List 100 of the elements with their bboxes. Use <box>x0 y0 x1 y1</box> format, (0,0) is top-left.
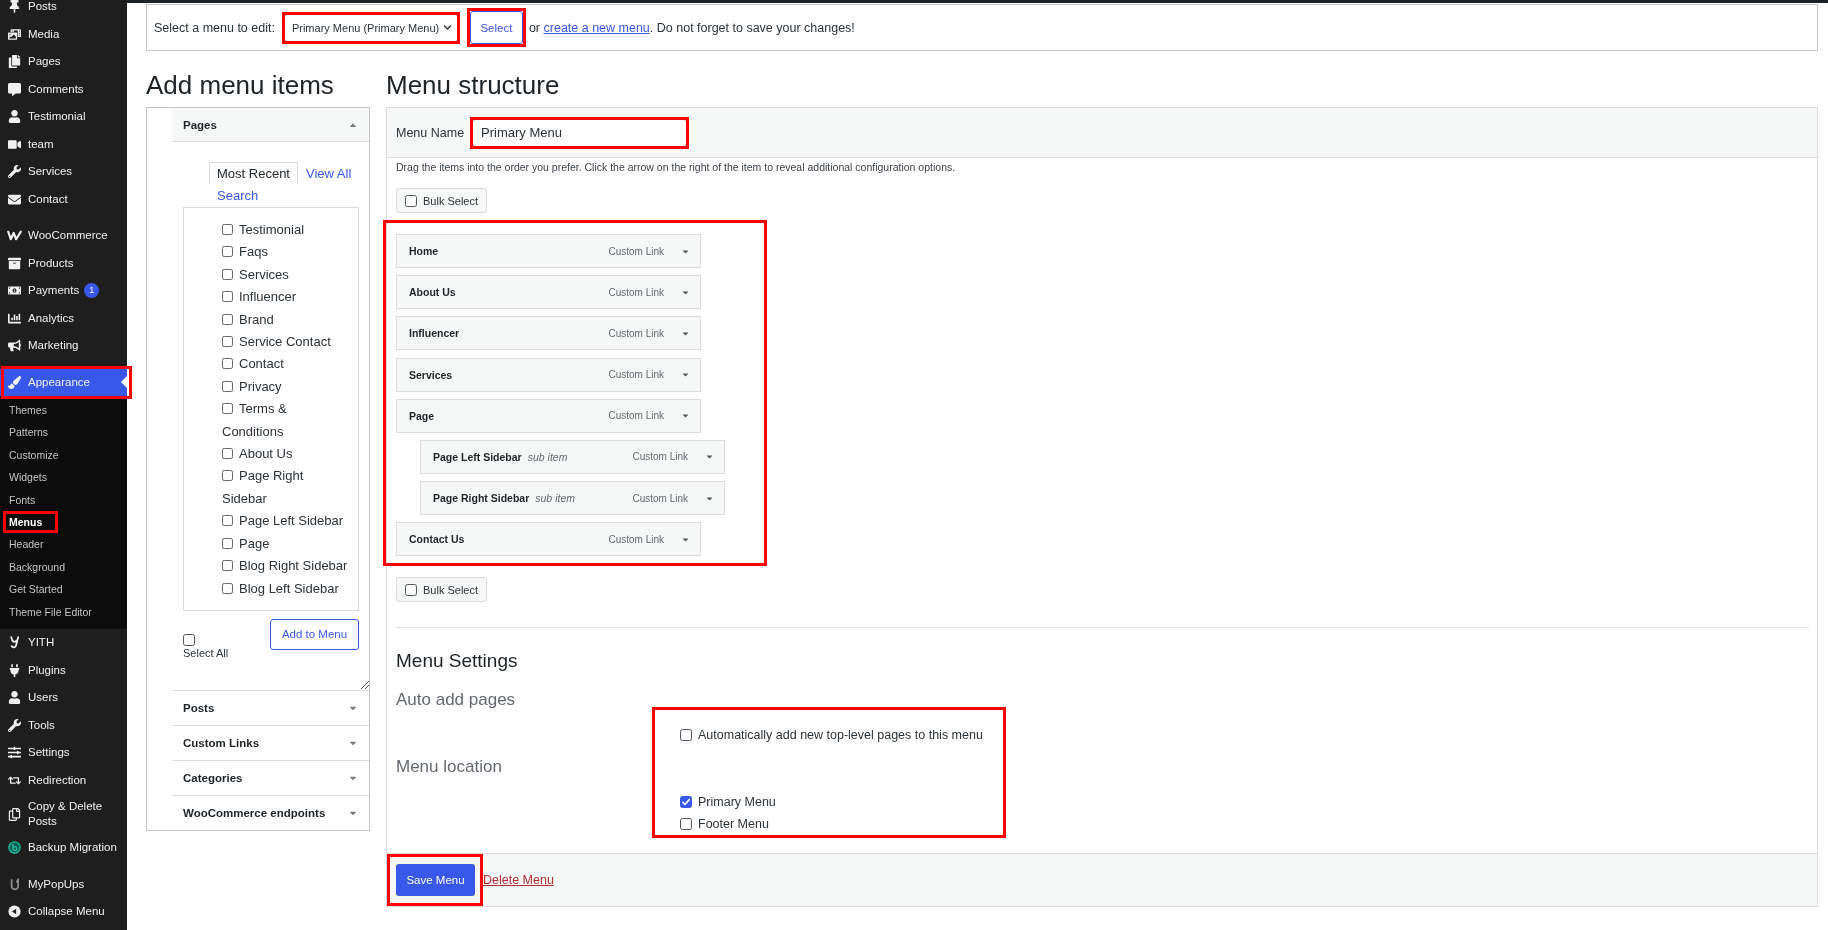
menu-item-title: Page <box>409 409 435 422</box>
page-option[interactable]: About Us <box>222 443 350 466</box>
menu-item[interactable]: Services Custom Link <box>396 357 701 392</box>
page-option[interactable]: Brand <box>222 308 350 332</box>
sidebar-item[interactable]: Tools <box>0 711 127 740</box>
plug-icon <box>8 663 21 677</box>
settings-legend: Menu location <box>396 757 502 777</box>
sidebar-item[interactable]: Redirection <box>0 766 127 795</box>
checkbox[interactable] <box>680 729 692 742</box>
checkbox[interactable] <box>222 336 233 348</box>
submenu-item[interactable]: Header <box>3 533 60 556</box>
sidebar-item[interactable]: Pages <box>0 48 127 76</box>
checkbox[interactable] <box>222 560 233 572</box>
video-camera-icon <box>8 137 21 151</box>
submenu-item[interactable]: Customize <box>3 443 75 467</box>
bulk-select-button[interactable]: Bulk Select <box>396 188 488 213</box>
checkbox[interactable] <box>680 796 692 809</box>
page-option[interactable]: Services <box>222 263 350 287</box>
sidebar-item[interactable]: WooCommerce <box>0 222 127 250</box>
sidebar-item[interactable]: Users <box>0 684 127 712</box>
add-to-menu-button[interactable]: Add to Menu <box>270 618 359 650</box>
sidebar-item[interactable]: Services <box>0 158 127 186</box>
menu-item[interactable]: About Us Custom Link <box>396 275 701 310</box>
checkbox[interactable] <box>222 515 233 527</box>
submenu-item[interactable]: Themes <box>3 399 63 422</box>
page-option[interactable]: Faqs <box>222 241 350 264</box>
select-button[interactable]: Select <box>469 11 523 44</box>
page-option[interactable]: Service Contact <box>222 331 350 354</box>
circle-logo-icon <box>8 841 21 855</box>
submenu-item[interactable]: Menus <box>3 511 59 534</box>
menu-item-title: About Us <box>409 286 456 299</box>
page-option[interactable]: Influencer <box>222 286 350 309</box>
menu-item[interactable]: Page Right Sidebar sub item Custom Link <box>420 481 725 516</box>
bulk-select-button[interactable]: Bulk Select <box>396 577 488 603</box>
page-option[interactable]: Testimonial <box>222 219 350 242</box>
menu-item[interactable]: Contact Us Custom Link <box>396 522 701 557</box>
delete-menu-link[interactable]: Delete Menu <box>483 873 554 888</box>
checkbox[interactable] <box>183 633 195 646</box>
checkbox[interactable] <box>222 380 233 392</box>
sidebar-item[interactable]: Products <box>0 249 127 277</box>
sidebar-item[interactable]: team <box>0 130 127 158</box>
checkbox[interactable] <box>680 818 692 831</box>
sidebar-item[interactable]: Media <box>0 20 127 48</box>
tab[interactable]: Search <box>209 184 267 206</box>
sidebar-item[interactable]: YITH <box>0 629 127 657</box>
submenu-item[interactable]: Theme File Editor <box>3 600 108 624</box>
checkbox[interactable] <box>222 403 233 415</box>
submenu-item[interactable]: Widgets <box>3 466 63 489</box>
page-option[interactable]: Blog Left Sidebar <box>222 577 350 600</box>
documents-icon <box>8 55 21 69</box>
page-option[interactable]: Blog Right Sidebar <box>222 555 350 578</box>
sidebar-item[interactable]: Testimonial <box>0 103 127 131</box>
sidebar-item[interactable]: Marketing <box>0 332 127 360</box>
page-option[interactable]: Page Right Sidebar <box>222 465 350 511</box>
menu-item[interactable]: Influencer Custom Link <box>396 316 701 351</box>
checkbox[interactable] <box>222 291 233 303</box>
sidebar-item[interactable]: Plugins <box>0 656 127 685</box>
page-option[interactable]: Privacy <box>222 375 350 399</box>
sidebar-item[interactable]: Contact <box>0 185 127 213</box>
page-option[interactable]: Page <box>222 532 350 556</box>
sidebar-item[interactable]: MyPopUps <box>0 870 127 899</box>
checkbox[interactable] <box>222 268 233 280</box>
checkbox[interactable] <box>222 358 233 370</box>
checkbox[interactable] <box>222 246 233 258</box>
page-option[interactable]: Terms & Conditions <box>222 398 350 444</box>
checkbox[interactable] <box>222 448 233 460</box>
menu-item[interactable]: Home Custom Link <box>396 234 701 268</box>
checkbox[interactable] <box>222 470 233 482</box>
page-option[interactable]: Contact <box>222 353 350 376</box>
checkbox[interactable] <box>222 313 233 325</box>
save-menu-button[interactable]: Save Menu <box>396 864 475 897</box>
sidebar-item[interactable]: Copy & Delete Posts <box>0 794 127 835</box>
tab[interactable]: Most Recent <box>209 162 298 184</box>
submenu-item[interactable]: Get Started <box>3 578 79 601</box>
sidebar-item[interactable]: Posts <box>0 0 127 21</box>
sidebar-item[interactable]: Analytics <box>0 304 127 332</box>
menu-item-title: Services <box>409 368 453 381</box>
checkbox[interactable] <box>222 537 233 549</box>
submenu-item[interactable]: Background <box>3 555 82 579</box>
resize-grip-icon[interactable] <box>361 680 369 689</box>
menu-item-type: Custom Link <box>632 492 688 504</box>
checkbox[interactable] <box>222 224 233 235</box>
menu-name-field[interactable]: Primary Menu <box>472 118 688 147</box>
menu-item[interactable]: Page Custom Link <box>396 398 701 433</box>
create-menu-link[interactable]: create a new menu <box>543 20 650 35</box>
sidebar-item[interactable]: Settings <box>0 739 127 767</box>
tab[interactable]: View All <box>298 162 360 184</box>
sidebar-item[interactable]: Backup Migration <box>0 834 127 862</box>
paintbrush-icon <box>8 375 21 389</box>
collapse-menu-button[interactable]: Collapse Menu <box>0 898 127 926</box>
accordion-header[interactable]: Pages <box>172 108 369 142</box>
checkbox[interactable] <box>222 582 233 594</box>
bar-chart-icon <box>8 311 21 325</box>
page-option[interactable]: Page Left Sidebar <box>222 510 350 533</box>
sidebar-item[interactable]: Payments 1 <box>0 277 127 305</box>
menu-select[interactable]: Primary Menu (Primary Menu) <box>283 13 458 42</box>
menu-item[interactable]: Page Left Sidebar sub item Custom Link <box>420 439 725 474</box>
submenu-item[interactable]: Patterns <box>3 421 65 444</box>
sidebar-item[interactable]: Comments <box>0 75 127 103</box>
submenu-item[interactable]: Fonts <box>3 488 52 512</box>
